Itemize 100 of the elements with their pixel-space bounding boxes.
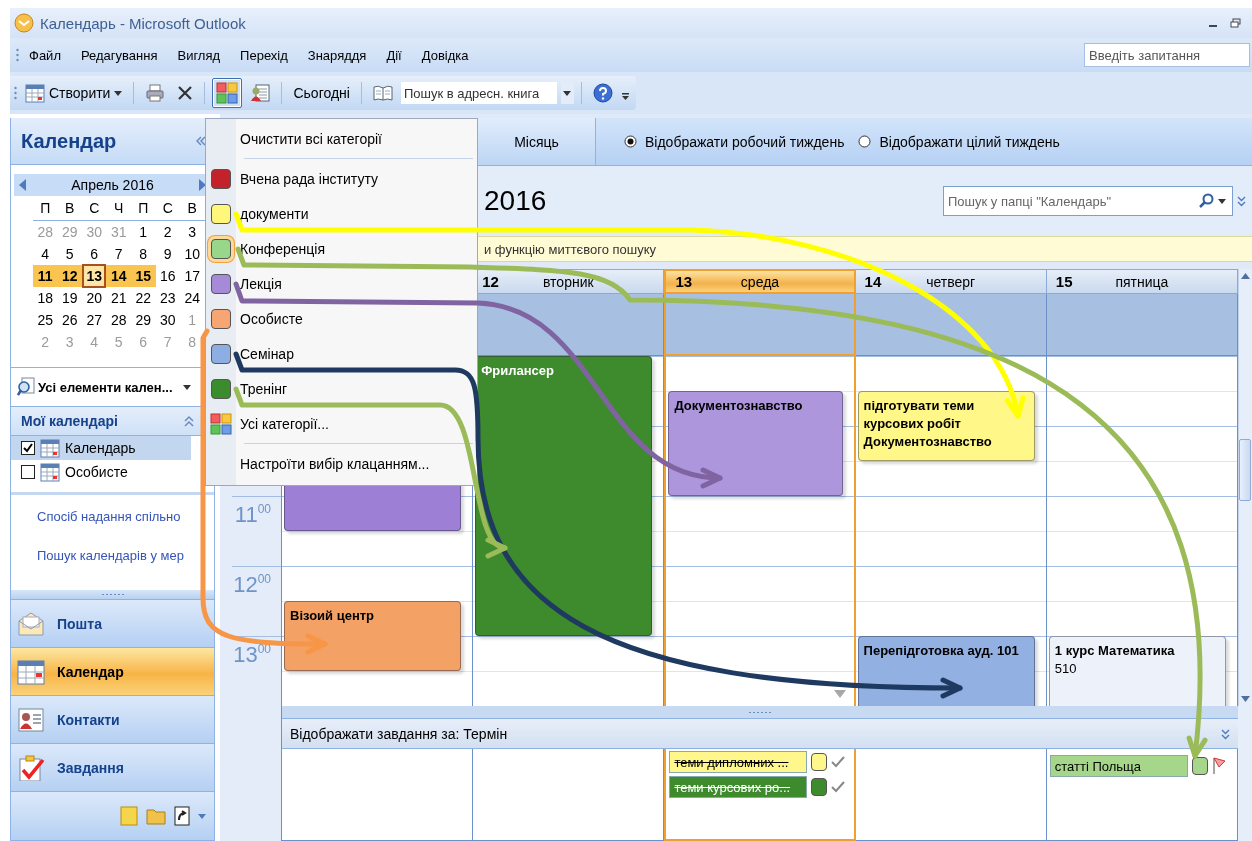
calendar-day[interactable]: 17 — [182, 266, 203, 286]
scroll-down-icon[interactable] — [1241, 696, 1250, 702]
expand-icon[interactable] — [1237, 195, 1246, 207]
previous-month-icon[interactable] — [19, 179, 26, 191]
categorize-button[interactable] — [212, 78, 243, 108]
calendar-day[interactable]: 30 — [157, 310, 178, 330]
scroll-up-icon[interactable] — [1241, 273, 1250, 279]
nav-button[interactable]: Завдання — [11, 743, 214, 791]
calendar-day[interactable]: 23 — [157, 288, 178, 308]
checkmark-icon[interactable] — [831, 780, 846, 793]
calendar-day[interactable]: 13 — [84, 266, 105, 286]
view-filter-dropdown[interactable]: Усі елементи кален... — [11, 377, 191, 397]
calendar-day[interactable]: 27 — [84, 310, 105, 330]
calendar-day[interactable]: 16 — [157, 266, 178, 286]
appointment-card[interactable]: 1 курс Математика 510 — [1048, 636, 1226, 706]
calendar-day[interactable]: 26 — [59, 310, 80, 330]
calendar-list-item[interactable]: Календарь — [11, 436, 191, 460]
calendar-day[interactable]: 25 — [35, 310, 56, 330]
scrollbar-thumb[interactable] — [1239, 439, 1252, 501]
appointment-title: Візоий центр — [290, 607, 376, 625]
menu-item[interactable]: Настроїти вибір клацанням... — [206, 446, 477, 481]
task-title[interactable]: теми курсових ро... — [669, 775, 808, 798]
appointment-title: підготувати теми курсових робіт Документознавство — [863, 397, 993, 451]
calendar-day[interactable]: 12 — [59, 266, 80, 286]
menu-item[interactable]: Лекція — [206, 266, 477, 301]
menu-item[interactable]: Семінар — [206, 336, 477, 371]
section-title: Мої календарі — [21, 413, 118, 429]
restore-icon[interactable] — [1230, 18, 1242, 28]
link[interactable]: Спосіб надання спільно — [37, 509, 181, 524]
menu-item[interactable]: Тренінг — [206, 371, 477, 406]
menu-item[interactable]: Перехід — [230, 45, 298, 65]
menu-item[interactable]: документи — [206, 196, 477, 231]
nav-button[interactable]: Календар — [11, 647, 214, 695]
expand-icon[interactable] — [1221, 727, 1230, 740]
appointment-card[interactable]: підготувати теми курсових робіт Документознавство — [857, 391, 1035, 461]
calendar-day[interactable]: 8 — [137, 244, 150, 264]
calendar-day[interactable]: 20 — [84, 288, 105, 308]
calendar-day[interactable]: 18 — [35, 288, 56, 308]
menu-item[interactable]: Усі категорії... — [206, 406, 477, 441]
flag-icon[interactable] — [1211, 756, 1226, 775]
menu-item[interactable]: Довідка — [411, 45, 479, 65]
today-button[interactable]: Сьогодні — [289, 81, 354, 105]
checkbox[interactable] — [21, 465, 35, 479]
checkbox[interactable] — [21, 441, 35, 455]
checkmark-icon[interactable] — [831, 755, 846, 768]
calendar-day[interactable]: 7 — [112, 244, 125, 264]
weekday-label: С — [161, 199, 174, 218]
menu-item[interactable]: Знаряддя — [297, 45, 377, 65]
menu-item[interactable]: Вигляд — [167, 45, 231, 65]
collapse-icon[interactable] — [196, 136, 206, 146]
calendar-day[interactable]: 21 — [108, 288, 129, 308]
caret-icon[interactable] — [198, 813, 206, 819]
menu-item[interactable]: Вчена рада інституту — [206, 161, 477, 196]
collapse-up-icon[interactable] — [184, 415, 194, 427]
help-search-field[interactable]: Введіть запитання — [1084, 43, 1250, 67]
radio-button[interactable]: Відображати цілий тиждень — [858, 133, 1060, 150]
calendar-day[interactable]: 28 — [108, 310, 129, 330]
calendar-day[interactable]: 10 — [182, 244, 203, 264]
menu-item[interactable]: Особисте — [206, 301, 477, 336]
day-name: вторник — [542, 273, 594, 290]
menu-item[interactable]: Файл — [19, 45, 71, 65]
appointment-card[interactable]: Фрилансер — [475, 356, 653, 636]
pane-title: Календар — [21, 129, 117, 153]
calendar-list-item[interactable]: Особисте — [11, 460, 191, 484]
calendar-day[interactable]: 24 — [182, 288, 203, 308]
calendar-day[interactable]: 19 — [59, 288, 80, 308]
calendar-day[interactable]: 14 — [108, 266, 129, 286]
radio-button[interactable]: Відображати робочий тиждень — [624, 133, 845, 150]
menu-item[interactable]: Редагування — [70, 45, 168, 65]
app-logo-icon — [14, 13, 34, 33]
appointment-card[interactable]: Перепідготовка ауд. 101 — [857, 636, 1035, 706]
calendar-day[interactable]: 2 — [161, 222, 174, 242]
more-items-icon[interactable] — [833, 690, 846, 698]
nav-button[interactable]: Контакти — [11, 695, 214, 743]
task-title[interactable]: теми дипломних ... — [669, 750, 808, 773]
calendar-day[interactable]: 22 — [133, 288, 154, 308]
appointment-card[interactable]: Візоий центр — [284, 601, 462, 671]
menu-item[interactable]: Дії — [376, 45, 412, 65]
shortcut-icon[interactable] — [174, 806, 190, 826]
dropdown-button[interactable] — [560, 82, 574, 104]
calendar-day[interactable]: 5 — [63, 244, 76, 264]
task-title[interactable]: статті Польща — [1049, 754, 1188, 777]
appointment-location: 510 — [1054, 660, 1078, 678]
view-tab[interactable]: Місяць — [478, 118, 596, 165]
calendar-day[interactable]: 9 — [161, 244, 174, 264]
appointment-card[interactable]: Документознавство — [668, 391, 843, 496]
appointment-title: Фрилансер — [481, 362, 555, 380]
menu-item[interactable]: Очистити всі категорії — [206, 121, 477, 156]
calendar-day[interactable]: 15 — [133, 266, 154, 286]
calendar-day[interactable]: 3 — [186, 222, 199, 242]
address-search-field[interactable]: Пошук в адресн. книга — [400, 82, 557, 104]
nav-button[interactable]: Пошта — [11, 599, 214, 647]
new-button[interactable]: Створити — [21, 79, 127, 107]
link[interactable]: Пошук календарів у мер — [37, 548, 184, 563]
calendar-day[interactable]: 29 — [133, 310, 154, 330]
calendar-day[interactable]: 6 — [88, 244, 101, 264]
color-grid-icon — [210, 412, 232, 435]
calendar-day[interactable]: 4 — [39, 244, 52, 264]
calendar-day[interactable]: 1 — [137, 222, 150, 242]
weekday-label: В — [186, 199, 198, 218]
